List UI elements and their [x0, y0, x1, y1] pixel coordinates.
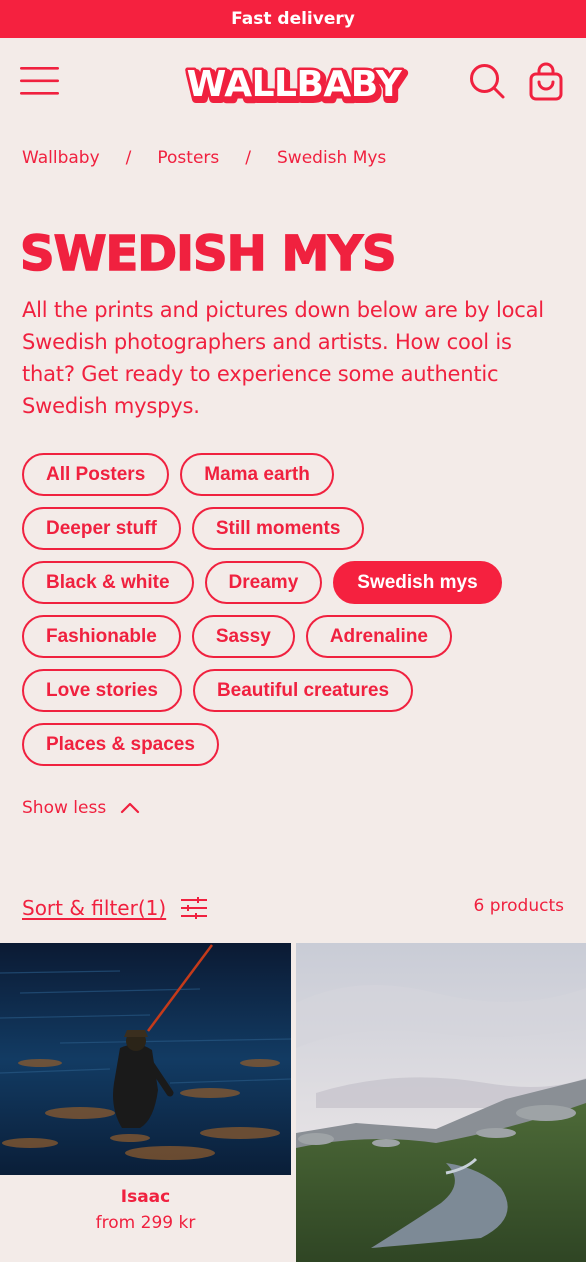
logo-image: WALLBABY WALLBABY — [184, 62, 409, 113]
tag-black-white[interactable]: Black & white — [22, 561, 194, 604]
breadcrumb-home[interactable]: Wallbaby — [22, 148, 100, 168]
tag-adrenaline[interactable]: Adrenaline — [305, 615, 453, 658]
tag-sassy[interactable]: Sassy — [191, 615, 295, 658]
bag-icon — [529, 62, 563, 101]
tag-fashionable[interactable]: Fashionable — [22, 615, 181, 658]
search-button[interactable] — [468, 62, 506, 100]
sort-filter-label: Sort & filter(1) — [22, 896, 167, 920]
hamburger-icon — [20, 67, 59, 95]
chevron-up-icon — [121, 802, 140, 814]
filter-sliders-icon — [181, 897, 208, 919]
announcement-bar: Fast delivery — [0, 0, 586, 38]
collection-tags: All Posters Mama earth Deeper stuff Stil… — [22, 453, 570, 777]
breadcrumb-current: Swedish Mys — [277, 148, 387, 168]
product-image — [0, 943, 291, 1175]
tag-deeper-stuff[interactable]: Deeper stuff — [22, 507, 181, 550]
tag-love-stories[interactable]: Love stories — [22, 669, 182, 712]
search-icon — [470, 64, 505, 99]
announcement-text: Fast delivery — [231, 9, 355, 29]
tag-still-moments[interactable]: Still moments — [191, 507, 365, 550]
menu-button[interactable] — [20, 66, 60, 96]
breadcrumb: Wallbaby / Posters / Swedish Mys — [22, 146, 386, 170]
show-less-button[interactable]: Show less — [22, 796, 140, 820]
page-title: SWEDISH MYS — [19, 225, 397, 283]
tag-all-posters[interactable]: All Posters — [22, 453, 170, 496]
site-header: WALLBABY WALLBABY — [0, 38, 586, 124]
breadcrumb-separator: / — [125, 148, 132, 168]
tag-beautiful-creatures[interactable]: Beautiful creatures — [192, 669, 414, 712]
tag-dreamy[interactable]: Dreamy — [204, 561, 323, 604]
tag-places-spaces[interactable]: Places & spaces — [22, 723, 219, 766]
product-name: Isaac — [120, 1187, 171, 1207]
product-count: 6 products — [473, 896, 564, 916]
wallbaby-logo[interactable]: WALLBABY WALLBABY — [178, 58, 410, 113]
breadcrumb-posters[interactable]: Posters — [157, 148, 219, 168]
tag-mama-earth[interactable]: Mama earth — [180, 453, 334, 496]
svg-text:WALLBABY: WALLBABY — [187, 64, 403, 105]
sort-filter-button[interactable]: Sort & filter(1) — [22, 893, 208, 923]
show-less-label: Show less — [22, 798, 107, 818]
product-card[interactable] — [296, 943, 586, 1262]
product-price: from 299 kr — [95, 1213, 196, 1233]
cart-button[interactable] — [528, 62, 564, 102]
product-image — [296, 943, 586, 1262]
breadcrumb-separator: / — [245, 148, 251, 168]
product-card[interactable]: Isaac from 299 kr — [0, 943, 291, 1262]
tag-swedish-mys[interactable]: Swedish mys — [333, 561, 502, 604]
collection-description: All the prints and pictures down below a… — [22, 298, 544, 418]
